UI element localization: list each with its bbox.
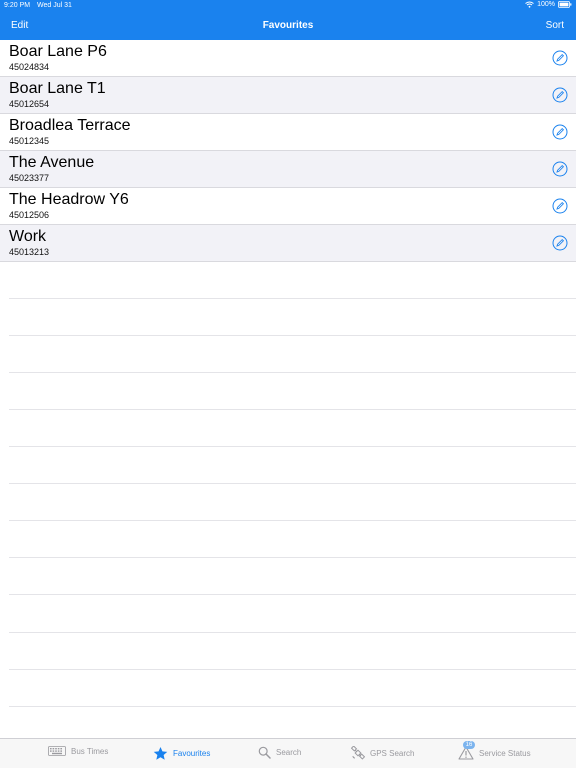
edit-pencil-icon[interactable] bbox=[552, 198, 568, 214]
stop-code: 45012345 bbox=[9, 136, 50, 146]
stop-code: 45012654 bbox=[9, 99, 50, 109]
tab-bus-times[interactable]: Bus Times bbox=[48, 746, 108, 756]
favourites-list: Boar Lane P6 45024834 Boar Lane T1 45012… bbox=[0, 40, 576, 262]
empty-list-area bbox=[0, 262, 576, 738]
star-icon bbox=[153, 746, 168, 761]
stop-name: The Avenue bbox=[9, 154, 95, 171]
row-separator bbox=[9, 483, 576, 484]
tab-service-status[interactable]: 16 Service Status bbox=[458, 741, 531, 760]
tab-label: Favourites bbox=[173, 749, 211, 758]
notification-badge: 16 bbox=[463, 741, 475, 749]
list-item[interactable]: The Avenue 45023377 bbox=[0, 151, 576, 188]
edit-pencil-icon[interactable] bbox=[552, 161, 568, 177]
list-item[interactable]: Broadlea Terrace 45012345 bbox=[0, 114, 576, 151]
edit-pencil-icon[interactable] bbox=[552, 235, 568, 251]
list-item[interactable]: Boar Lane P6 45024834 bbox=[0, 40, 576, 77]
edit-pencil-icon[interactable] bbox=[552, 87, 568, 103]
edit-pencil-icon[interactable] bbox=[552, 124, 568, 140]
sort-button[interactable]: Sort bbox=[546, 20, 564, 31]
wifi-icon bbox=[525, 1, 534, 8]
navigation-bar: Edit Favourites Sort bbox=[0, 12, 576, 40]
edit-pencil-icon[interactable] bbox=[552, 50, 568, 66]
list-item[interactable]: Work 45013213 bbox=[0, 225, 576, 262]
tab-label: Service Status bbox=[479, 748, 531, 758]
warning-icon: 16 bbox=[458, 741, 475, 760]
stop-code: 45012506 bbox=[9, 210, 50, 220]
tab-bar: Bus Times Favourites Search GPS Search 1… bbox=[0, 738, 576, 768]
status-time: 9:20 PM bbox=[4, 2, 31, 9]
stop-code: 45023377 bbox=[9, 173, 50, 183]
satellite-icon bbox=[351, 746, 365, 760]
tab-label: GPS Search bbox=[370, 748, 415, 758]
header: 9:20 PM Wed Jul 31 100% Edit Favourites … bbox=[0, 0, 576, 40]
search-icon bbox=[258, 746, 271, 759]
stop-code: 45013213 bbox=[9, 247, 50, 257]
row-separator bbox=[9, 298, 576, 299]
list-item[interactable]: Boar Lane T1 45012654 bbox=[0, 77, 576, 114]
battery-icon bbox=[558, 1, 572, 8]
battery-percentage: 100% bbox=[537, 1, 555, 8]
stop-name: Boar Lane T1 bbox=[9, 80, 106, 97]
tab-search[interactable]: Search bbox=[258, 746, 301, 759]
row-separator bbox=[9, 557, 576, 558]
row-separator bbox=[9, 372, 576, 373]
tab-favourites[interactable]: Favourites bbox=[153, 746, 210, 761]
tab-label: Search bbox=[276, 748, 302, 757]
row-separator bbox=[9, 520, 576, 521]
status-bar: 9:20 PM Wed Jul 31 100% bbox=[0, 0, 576, 12]
tab-gps-search[interactable]: GPS Search bbox=[351, 746, 414, 760]
row-separator bbox=[9, 594, 576, 595]
stop-name: The Headrow Y6 bbox=[9, 191, 129, 208]
tab-label: Bus Times bbox=[71, 746, 109, 756]
row-separator bbox=[9, 669, 576, 670]
page-title: Favourites bbox=[262, 20, 314, 31]
status-right: 100% bbox=[525, 1, 572, 8]
stop-name: Work bbox=[9, 228, 47, 245]
row-separator bbox=[9, 409, 576, 410]
stop-name: Broadlea Terrace bbox=[9, 117, 131, 134]
stop-code: 45024834 bbox=[9, 62, 50, 72]
row-separator bbox=[9, 632, 576, 633]
row-separator bbox=[9, 706, 576, 707]
row-separator bbox=[9, 335, 576, 336]
row-separator bbox=[9, 446, 576, 447]
stop-name: Boar Lane P6 bbox=[9, 43, 107, 60]
keyboard-icon bbox=[48, 746, 66, 756]
status-date: Wed Jul 31 bbox=[37, 2, 72, 9]
favourites-screen: 9:20 PM Wed Jul 31 100% Edit Favourites … bbox=[0, 0, 576, 768]
list-item[interactable]: The Headrow Y6 45012506 bbox=[0, 188, 576, 225]
